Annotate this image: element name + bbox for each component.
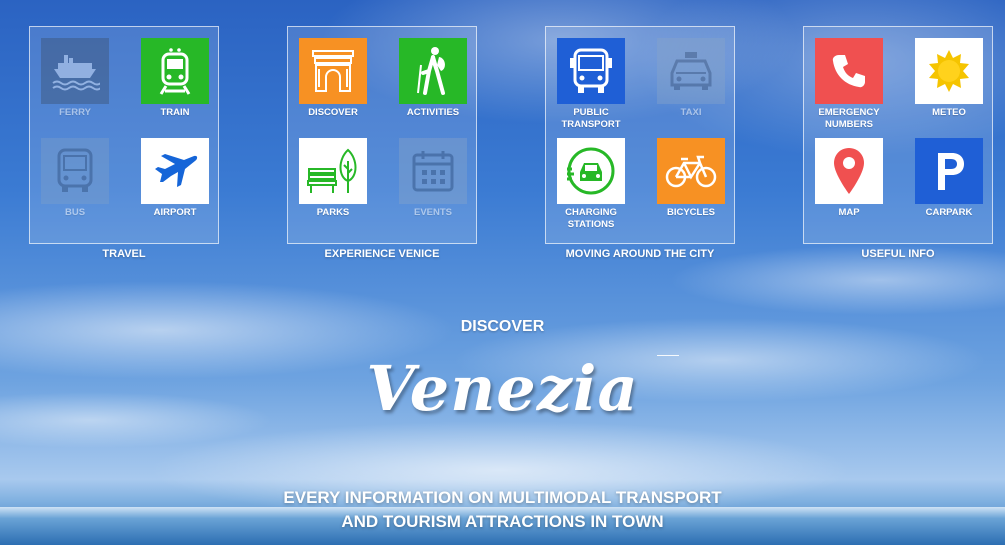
hero-subtitle: DISCOVER xyxy=(460,318,545,335)
bus-front-icon xyxy=(557,38,625,104)
hero-title: Venezia xyxy=(366,352,639,425)
tile-label: MAP xyxy=(838,207,860,218)
tile-label: DISCOVER xyxy=(308,107,358,118)
tile-label: CARPARK xyxy=(925,207,973,218)
tile-meteo[interactable]: METEO xyxy=(915,38,983,119)
taxi-icon xyxy=(657,38,725,104)
arch-monument-icon xyxy=(299,38,367,104)
tile-map[interactable]: MAP xyxy=(815,138,883,219)
tile-label: PARKS xyxy=(316,207,350,218)
park-bench-tree-icon xyxy=(299,138,367,204)
ev-charging-icon xyxy=(557,138,625,204)
train-icon xyxy=(141,38,209,104)
airplane-icon xyxy=(141,138,209,204)
phone-icon xyxy=(815,38,883,104)
tile-bicycles[interactable]: BICYCLES xyxy=(657,138,725,219)
tile-taxi[interactable]: TAXI xyxy=(657,38,725,119)
sun-icon xyxy=(915,38,983,104)
map-pin-icon xyxy=(815,138,883,204)
tile-label: BICYCLES xyxy=(666,207,716,218)
group-useful-info: EMERGENCY NUMBERS METEO MAP CARPARK xyxy=(803,26,993,244)
group-title-moving-around: MOVING AROUND THE CITY xyxy=(565,248,715,260)
parking-icon xyxy=(915,138,983,204)
tile-label: TAXI xyxy=(680,107,702,118)
calendar-icon xyxy=(399,138,467,204)
group-travel: FERRY TRAIN BUS AIRPORT xyxy=(29,26,219,244)
group-title-experience-venice: EXPERIENCE VENICE xyxy=(324,248,440,260)
bicycle-icon xyxy=(657,138,725,204)
tile-label: BUS xyxy=(64,207,86,218)
group-experience-venice: DISCOVER ACTIVITIES PARKS EVENTS xyxy=(287,26,477,244)
group-moving-around: PUBLIC TRANSPORT TAXI CHARGING STATIONS xyxy=(545,26,735,244)
tile-label: TRAIN xyxy=(160,107,190,118)
tagline-line-2: AND TOURISM ATTRACTIONS IN TOWN xyxy=(341,512,664,531)
tile-label: PUBLIC TRANSPORT xyxy=(561,107,621,130)
tile-bus[interactable]: BUS xyxy=(41,138,109,219)
tile-label: EMERGENCY NUMBERS xyxy=(818,107,880,130)
tile-label: CHARGING STATIONS xyxy=(565,207,617,230)
tagline-line-1: EVERY INFORMATION ON MULTIMODAL TRANSPOR… xyxy=(283,488,722,507)
tile-train[interactable]: TRAIN xyxy=(141,38,209,119)
bus-icon xyxy=(41,138,109,204)
tile-label: FERRY xyxy=(59,107,91,118)
tile-public-transport[interactable]: PUBLIC TRANSPORT xyxy=(557,38,625,131)
tile-label: ACTIVITIES xyxy=(406,107,460,118)
tile-ferry[interactable]: FERRY xyxy=(41,38,109,119)
group-title-useful-info: USEFUL INFO xyxy=(861,248,935,260)
hero-tagline: EVERY INFORMATION ON MULTIMODAL TRANSPOR… xyxy=(0,486,1005,534)
tile-activities[interactable]: ACTIVITIES xyxy=(399,38,467,119)
tile-discover[interactable]: DISCOVER xyxy=(299,38,367,119)
tile-label: METEO xyxy=(932,107,966,118)
ferry-icon xyxy=(41,38,109,104)
tile-events[interactable]: EVENTS xyxy=(399,138,467,219)
tile-emergency-numbers[interactable]: EMERGENCY NUMBERS xyxy=(815,38,883,131)
tile-label: EVENTS xyxy=(413,207,452,218)
tile-carpark[interactable]: CARPARK xyxy=(915,138,983,219)
hiker-icon xyxy=(399,38,467,104)
tile-parks[interactable]: PARKS xyxy=(299,138,367,219)
group-title-travel: TRAVEL xyxy=(102,248,146,260)
tile-label: AIRPORT xyxy=(153,207,197,218)
tile-airport[interactable]: AIRPORT xyxy=(141,138,209,219)
tile-charging-stations[interactable]: CHARGING STATIONS xyxy=(557,138,625,231)
